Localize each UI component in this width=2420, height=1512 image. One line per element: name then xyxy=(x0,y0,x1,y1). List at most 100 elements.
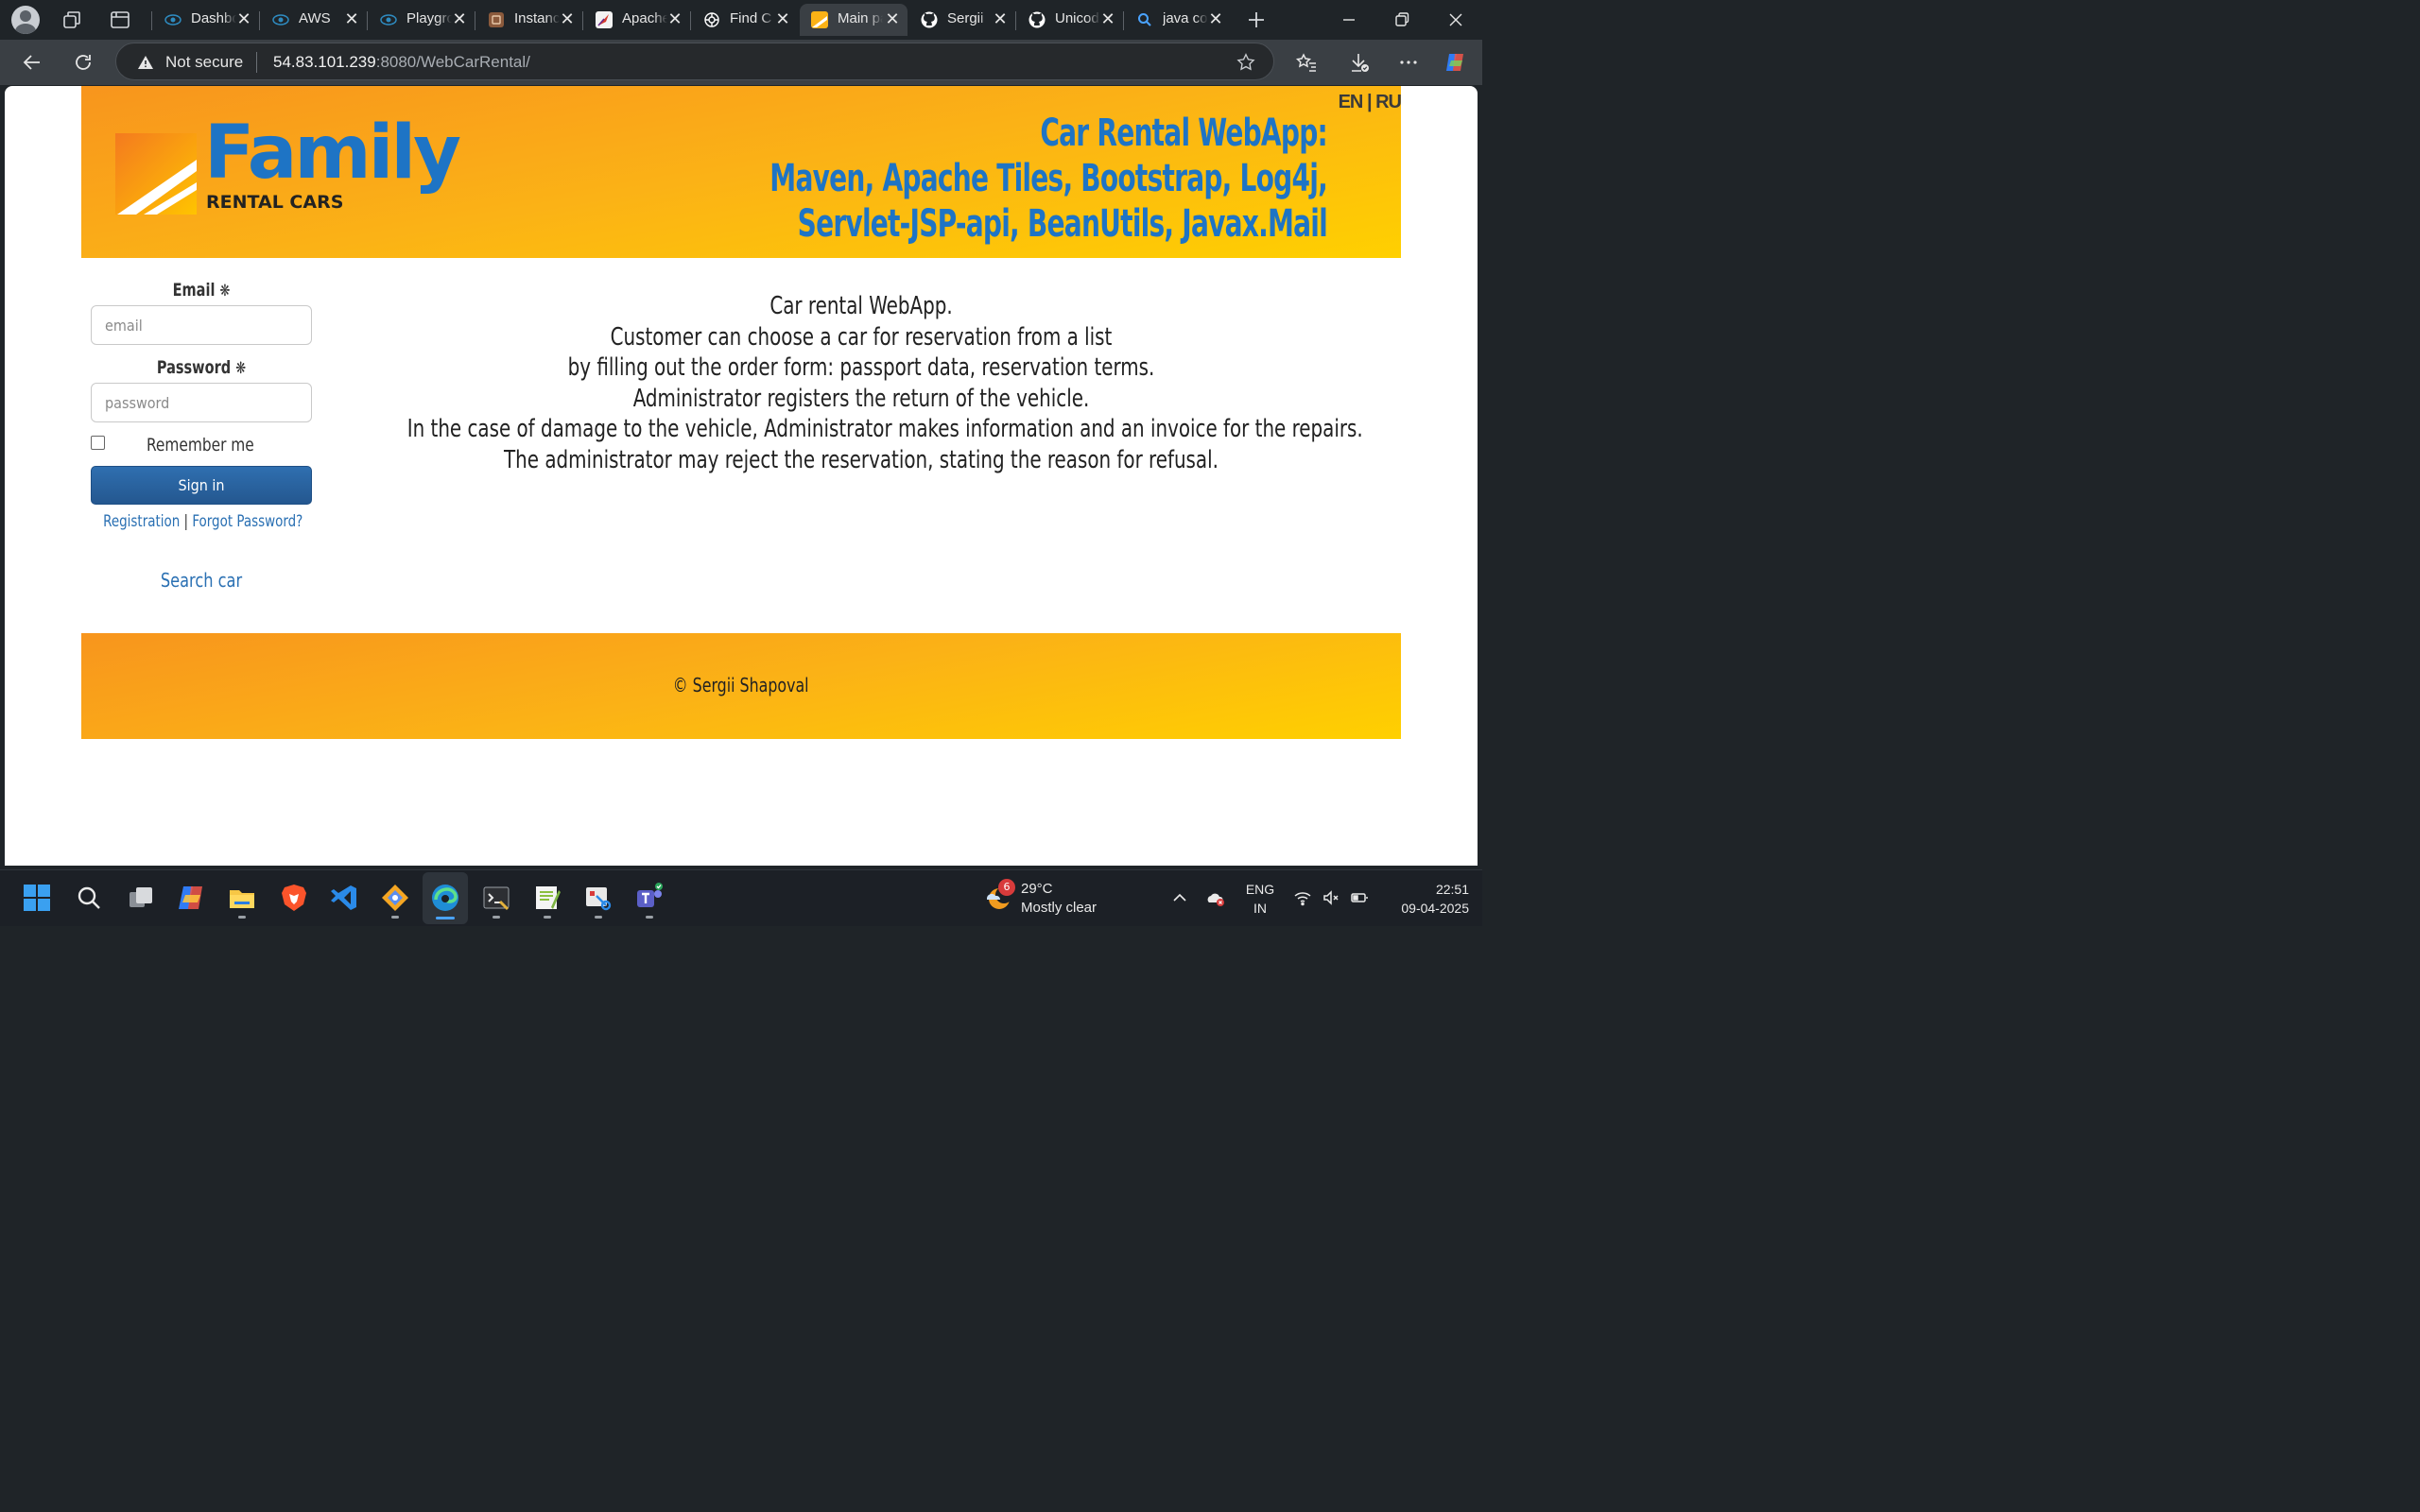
page-viewport: EN | RU Family RENTAL CARS Car Rental We… xyxy=(5,86,1478,866)
volume-muted-icon[interactable] xyxy=(1322,888,1340,907)
notepad-plus-icon[interactable] xyxy=(532,883,562,913)
logo-word: Family xyxy=(204,111,461,196)
tab-instances[interactable]: Instances ✕ xyxy=(475,4,582,36)
terminal-icon[interactable] xyxy=(481,883,511,913)
input-language-indicator[interactable]: ENG IN xyxy=(1242,880,1278,918)
description-line: Customer can choose a car for reservatio… xyxy=(610,322,1113,352)
auth-links: Registration | Forgot Password? xyxy=(103,512,302,531)
link-separator: | xyxy=(183,512,189,531)
email-label: Email ❋ xyxy=(107,275,297,305)
snipping-tool-icon[interactable] xyxy=(583,883,614,913)
file-explorer-icon[interactable] xyxy=(227,883,257,913)
window-close-icon[interactable] xyxy=(1443,8,1468,32)
teams-icon[interactable] xyxy=(634,883,665,913)
tab-separator xyxy=(259,11,260,30)
wifi-icon[interactable] xyxy=(1293,888,1312,907)
tab-find[interactable]: Find C ✕ xyxy=(690,4,798,36)
brave-browser-icon[interactable] xyxy=(279,883,309,913)
close-icon[interactable]: ✕ xyxy=(883,10,902,29)
favorites-list-icon[interactable] xyxy=(1295,51,1318,74)
copilot-icon[interactable] xyxy=(1443,51,1466,74)
chevron-up-icon[interactable] xyxy=(1170,888,1189,907)
region-code: IN xyxy=(1253,901,1267,916)
favorite-star-icon[interactable] xyxy=(1236,52,1256,73)
tab-unicode[interactable]: Unicode ✕ xyxy=(1015,4,1123,36)
site-logo[interactable]: Family RENTAL CARS xyxy=(115,116,461,218)
aws-eye-icon xyxy=(164,14,182,26)
close-icon[interactable]: ✕ xyxy=(991,10,1010,29)
tab-label: Dashboard xyxy=(191,10,236,26)
tab-separator xyxy=(1123,11,1124,30)
profile-avatar-icon[interactable] xyxy=(11,6,40,34)
close-icon[interactable]: ✕ xyxy=(234,10,253,29)
search-car-link[interactable]: Search car xyxy=(101,569,302,592)
warning-triangle-icon[interactable] xyxy=(137,54,154,71)
tab-aws[interactable]: AWS ✕ xyxy=(259,4,367,36)
clock[interactable]: 22:51 09-04-2025 xyxy=(1382,880,1469,918)
search-icon[interactable] xyxy=(74,883,104,913)
road-logo-icon xyxy=(115,133,197,215)
onedrive-error-icon[interactable] xyxy=(1206,888,1225,907)
security-status-label[interactable]: Not secure xyxy=(165,53,243,72)
registration-link[interactable]: Registration xyxy=(103,512,180,531)
forgot-password-link[interactable]: Forgot Password? xyxy=(192,512,302,531)
task-view-icon[interactable] xyxy=(126,883,156,913)
site-header: EN | RU Family RENTAL CARS Car Rental We… xyxy=(81,86,1402,258)
tab-label: Instances xyxy=(514,10,560,26)
new-tab-plus-icon[interactable] xyxy=(1245,9,1268,31)
tab-label: Playground xyxy=(406,10,452,26)
tab-apache[interactable]: Apache ✕ xyxy=(582,4,690,36)
tab-label: Apache xyxy=(622,10,667,26)
tab-java-code[interactable]: java code ✕ xyxy=(1123,4,1231,36)
tab-playground[interactable]: Playground ✕ xyxy=(367,4,475,36)
minimize-icon[interactable] xyxy=(1337,8,1361,32)
vscode-icon[interactable] xyxy=(329,883,359,913)
remember-me-label[interactable]: Remember me xyxy=(147,435,254,455)
tab-sergii[interactable]: Sergii ✕ xyxy=(909,4,1015,36)
address-bar[interactable]: Not secure 54.83.101.239:8080/WebCarRent… xyxy=(115,43,1274,80)
copilot-icon[interactable] xyxy=(176,883,206,913)
clock-date: 09-04-2025 xyxy=(1401,901,1469,916)
weather-widget[interactable]: 29°C Mostly clear xyxy=(1021,880,1097,918)
search-icon xyxy=(1138,13,1151,26)
language-switcher: EN | RU xyxy=(1339,92,1402,113)
close-icon[interactable]: ✕ xyxy=(666,10,684,29)
password-label-text: Password xyxy=(156,357,232,378)
github-icon xyxy=(921,11,938,28)
tab-label: Main page xyxy=(838,10,883,26)
close-icon[interactable]: ✕ xyxy=(1098,10,1117,29)
windows-start-icon[interactable] xyxy=(22,883,52,913)
language-code: ENG xyxy=(1245,882,1275,897)
edge-browser-icon[interactable] xyxy=(430,883,460,913)
tab-actions-icon[interactable] xyxy=(109,9,131,31)
battery-icon[interactable] xyxy=(1350,888,1369,907)
tab-dashboard[interactable]: Dashboard ✕ xyxy=(151,4,259,36)
openai-icon xyxy=(704,12,719,27)
more-options-icon[interactable] xyxy=(1397,51,1420,74)
close-icon[interactable]: ✕ xyxy=(773,10,792,29)
site-footer: © Sergii Shapoval xyxy=(81,633,1401,739)
close-icon[interactable]: ✕ xyxy=(450,10,469,29)
downloads-icon[interactable] xyxy=(1348,51,1371,74)
back-arrow-icon[interactable] xyxy=(21,51,43,74)
lang-ru-link[interactable]: RU xyxy=(1375,92,1402,112)
password-field[interactable] xyxy=(91,383,312,422)
close-icon[interactable]: ✕ xyxy=(342,10,361,29)
workspaces-icon[interactable] xyxy=(60,9,83,31)
password-label: Password ❋ xyxy=(107,352,297,383)
tab-main-page[interactable]: Main page ✕ xyxy=(800,4,908,36)
email-field[interactable] xyxy=(91,305,312,345)
refresh-icon[interactable] xyxy=(72,51,95,74)
tab-separator xyxy=(582,11,583,30)
remember-me-checkbox[interactable] xyxy=(91,436,105,450)
description-line: by filling out the order form: passport … xyxy=(567,353,1155,382)
url-text[interactable]: 54.83.101.239:8080/WebCarRental/ xyxy=(273,53,530,72)
close-icon[interactable]: ✕ xyxy=(1206,10,1225,29)
url-host: 54.83.101.239 xyxy=(273,53,376,71)
sign-in-button[interactable]: Sign in xyxy=(91,466,312,505)
family-logo-icon xyxy=(811,11,828,28)
close-icon[interactable]: ✕ xyxy=(558,10,577,29)
restore-icon[interactable] xyxy=(1390,8,1414,32)
git-tools-icon[interactable] xyxy=(380,883,410,913)
lang-en-link[interactable]: EN xyxy=(1339,92,1364,112)
